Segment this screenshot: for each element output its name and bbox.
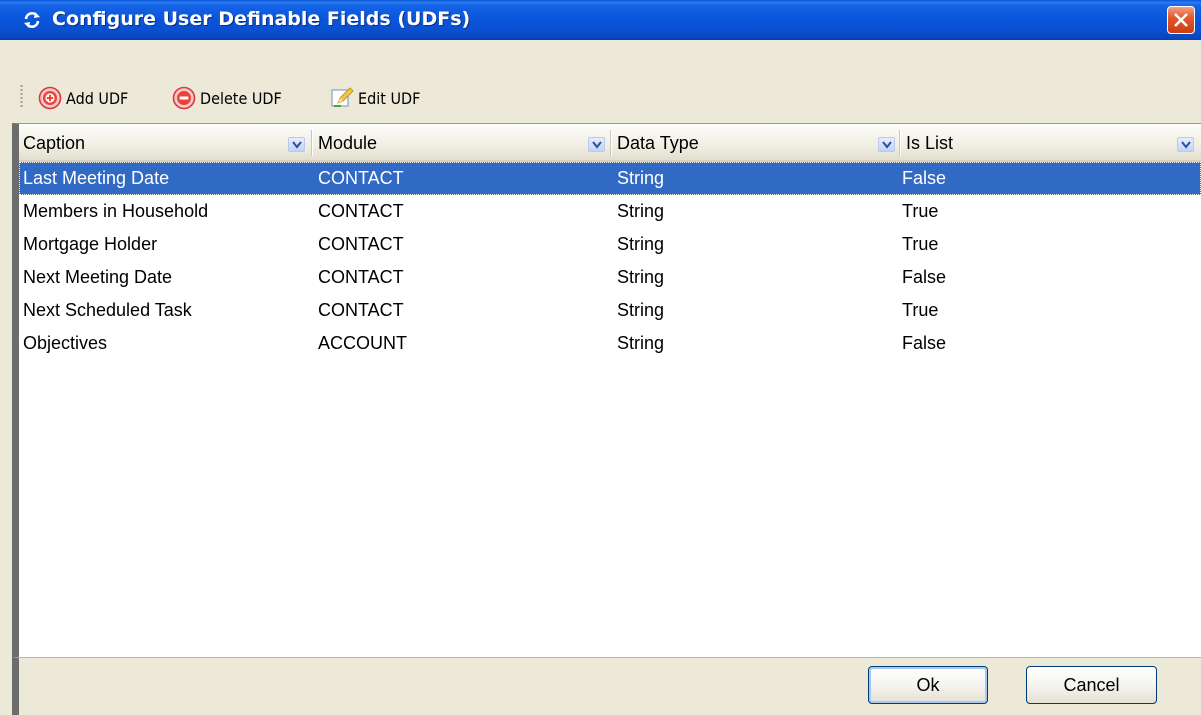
column-header-caption-label: Caption xyxy=(23,132,86,153)
delete-circle-icon xyxy=(172,86,196,110)
cell-is-list: False xyxy=(902,168,947,188)
close-button[interactable] xyxy=(1167,6,1195,34)
column-header-data-type-label: Data Type xyxy=(617,132,699,153)
delete-udf-label: Delete UDF xyxy=(200,88,282,108)
column-header-module[interactable]: Module xyxy=(318,124,608,162)
add-circle-icon xyxy=(38,86,62,110)
column-header-module-label: Module xyxy=(318,132,378,153)
column-divider[interactable] xyxy=(899,130,901,156)
cell-data-type: String xyxy=(617,201,665,221)
cell-module: CONTACT xyxy=(318,300,404,320)
cell-module: CONTACT xyxy=(318,234,404,254)
cell-caption: Objectives xyxy=(23,333,108,353)
table-row[interactable]: Last Meeting Date CONTACT String False xyxy=(19,162,1201,195)
table-row[interactable]: Next Scheduled Task CONTACT String True xyxy=(19,294,1201,327)
cell-data-type: String xyxy=(617,300,665,320)
toolbar-grip[interactable] xyxy=(20,84,23,108)
table-row[interactable]: Members in Household CONTACT String True xyxy=(19,195,1201,228)
cell-caption: Last Meeting Date xyxy=(23,168,170,188)
chevron-down-icon xyxy=(882,141,892,149)
chevron-down-icon xyxy=(292,141,302,149)
cancel-button-label: Cancel xyxy=(1063,674,1120,695)
close-icon xyxy=(1174,13,1188,27)
cell-is-list: True xyxy=(902,234,939,254)
cell-caption: Members in Household xyxy=(23,201,209,221)
cell-data-type: String xyxy=(617,168,665,188)
cell-module: CONTACT xyxy=(318,267,404,287)
cell-is-list: False xyxy=(902,333,947,353)
column-header-is-list[interactable]: Is List xyxy=(906,124,1176,162)
chevron-down-icon xyxy=(592,141,602,149)
window-title: Configure User Definable Fields (UDFs) xyxy=(52,8,471,30)
module-filter-dropdown[interactable] xyxy=(588,137,605,152)
chevron-down-icon xyxy=(1181,141,1191,149)
table-row[interactable]: Mortgage Holder CONTACT String True xyxy=(19,228,1201,261)
cell-data-type: String xyxy=(617,267,665,287)
cell-module: CONTACT xyxy=(318,201,404,221)
column-header-is-list-label: Is List xyxy=(906,132,954,153)
refresh-icon xyxy=(22,10,42,30)
grid-header: Caption Module Data Type Is List xyxy=(19,124,1201,162)
cancel-button[interactable]: Cancel xyxy=(1026,666,1157,704)
grid-body: Last Meeting Date CONTACT String False Membe… xyxy=(19,162,1201,360)
cell-is-list: True xyxy=(902,300,939,320)
is-list-filter-dropdown[interactable] xyxy=(1177,137,1194,152)
edit-udf-label: Edit UDF xyxy=(358,88,421,108)
edit-udf-button[interactable]: Edit UDF xyxy=(330,84,420,112)
udf-grid[interactable]: Caption Module Data Type Is List Last Me… xyxy=(12,123,1201,657)
add-udf-button[interactable]: Add UDF xyxy=(38,84,128,112)
dialog-footer xyxy=(12,657,1201,715)
cell-data-type: String xyxy=(617,333,665,353)
cell-is-list: False xyxy=(902,267,947,287)
ok-button-label: Ok xyxy=(916,674,940,695)
cell-is-list: True xyxy=(902,201,939,221)
udf-dialog: Configure User Definable Fields (UDFs) A… xyxy=(0,0,1201,715)
cell-caption: Next Scheduled Task xyxy=(23,300,192,320)
data-type-filter-dropdown[interactable] xyxy=(878,137,895,152)
cell-caption: Mortgage Holder xyxy=(23,234,158,254)
cell-caption: Next Meeting Date xyxy=(23,267,173,287)
column-divider[interactable] xyxy=(610,130,612,156)
delete-udf-button[interactable]: Delete UDF xyxy=(172,84,282,112)
title-bar[interactable]: Configure User Definable Fields (UDFs) xyxy=(0,0,1201,40)
table-row[interactable]: Next Meeting Date CONTACT String False xyxy=(19,261,1201,294)
add-udf-label: Add UDF xyxy=(66,88,129,108)
table-row[interactable]: Objectives ACCOUNT String False xyxy=(19,327,1201,360)
cell-module: CONTACT xyxy=(318,168,404,188)
column-header-data-type[interactable]: Data Type xyxy=(617,124,897,162)
cell-module: ACCOUNT xyxy=(318,333,407,353)
column-divider[interactable] xyxy=(311,130,313,156)
caption-filter-dropdown[interactable] xyxy=(288,137,305,152)
ok-button[interactable]: Ok xyxy=(868,666,988,704)
column-header-caption[interactable]: Caption xyxy=(23,124,313,162)
cell-data-type: String xyxy=(617,234,665,254)
edit-pencil-icon xyxy=(331,87,354,107)
